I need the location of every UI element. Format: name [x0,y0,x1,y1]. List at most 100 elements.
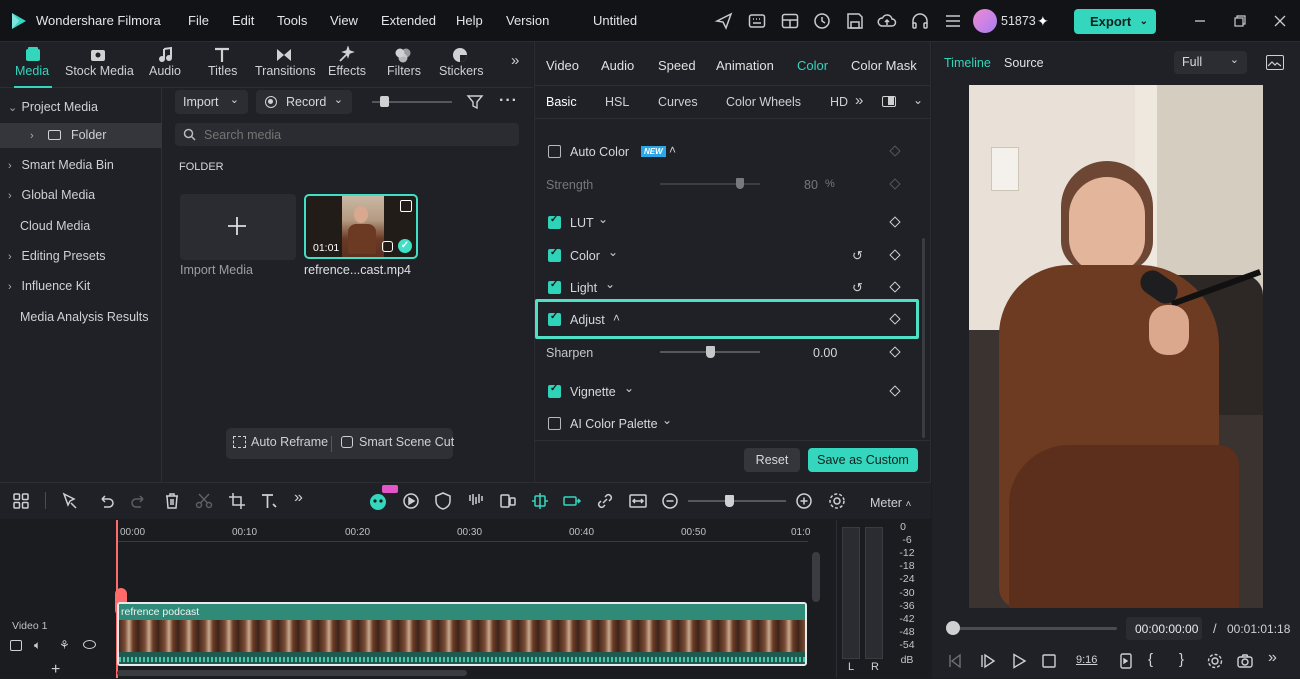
light-checkbox[interactable]: ✓ [548,279,561,294]
delete-icon[interactable] [162,491,182,511]
snapshot-view-icon[interactable] [1266,55,1284,70]
step-play-icon[interactable] [979,652,997,670]
voice-icon[interactable] [466,491,486,511]
quality-dropdown[interactable]: Full ⌄ [1174,51,1247,74]
sidebar-item-smart-media-bin[interactable]: › Smart Media Bin [0,150,162,180]
meter-dropdown[interactable]: Meter ˄ [870,496,911,510]
freeze-frame-icon[interactable] [498,491,518,511]
tab-speed[interactable]: Speed [658,58,696,73]
menu-extended[interactable]: Extended [381,0,436,42]
zoom-slider[interactable] [688,495,786,507]
crop-tool-icon[interactable] [227,491,247,511]
adjust-checkbox[interactable]: ✓ [548,311,561,326]
stop-icon[interactable] [1040,652,1058,670]
video-preview[interactable] [969,85,1263,608]
tab-media[interactable]: Media [15,64,49,78]
previous-frame-icon[interactable] [946,652,964,670]
sidebar-item-project-media[interactable]: ⌄ Project Media [0,92,162,122]
sidebar-item-global-media[interactable]: › Global Media [0,180,162,210]
auto-beat-icon[interactable] [401,491,421,511]
menu-tools[interactable]: Tools [277,0,307,42]
tab-stock-media[interactable]: Stock Media [65,64,134,78]
close-icon[interactable] [1270,11,1290,31]
split-scissors-icon[interactable] [194,491,214,511]
snap-icon[interactable] [530,491,550,511]
play-icon[interactable] [1010,652,1028,670]
menu-list-icon[interactable] [943,11,963,31]
slider-handle[interactable] [706,346,715,358]
media-clip-tile[interactable]: 01:01 ✓ [304,194,418,259]
timeline-settings-icon[interactable] [827,491,847,511]
chevron-down-icon[interactable]: ⌄ [605,277,615,291]
search-bar[interactable] [175,123,519,146]
effects-icon[interactable] [336,46,356,64]
subtab-hsl[interactable]: HSL [605,95,629,109]
color-checkbox[interactable]: ✓ [548,247,561,262]
menu-file[interactable]: File [188,0,209,42]
fit-timeline-icon[interactable] [628,491,648,511]
menu-help[interactable]: Help [456,0,483,42]
subtab-hd[interactable]: HD [830,95,848,109]
subtab-basic[interactable]: Basic [546,95,577,109]
compare-view-icon[interactable] [882,96,896,107]
timeline-vertical-scrollbar[interactable] [812,552,820,602]
tab-transitions[interactable]: Transitions [255,64,316,78]
audio-icon[interactable] [156,46,176,64]
strength-value[interactable]: 80 [804,178,818,192]
ai-color-palette-checkbox[interactable] [548,417,561,430]
tab-animation[interactable]: Animation [716,58,774,73]
mark-out-icon[interactable]: } [1179,651,1184,668]
thumbnail-size-slider[interactable] [372,96,452,107]
settings-gear-icon[interactable] [1206,652,1224,670]
grid-layout-icon[interactable] [11,491,31,511]
fullscreen-icon[interactable] [400,200,412,212]
filters-icon[interactable] [393,46,413,64]
text-tool-icon[interactable] [259,491,279,511]
record-button[interactable]: Record ⌄ [256,90,352,114]
reset-button[interactable]: Reset [744,448,800,472]
chevron-down-icon[interactable]: ⌄ [624,381,634,395]
tab-audio[interactable]: Audio [149,64,181,78]
sidebar-item-folder[interactable]: › Folder [0,123,162,148]
props-scrollbar[interactable] [922,238,925,438]
avatar[interactable] [973,9,997,33]
import-button[interactable]: Import ⌄ [175,90,248,114]
zoom-out-icon[interactable] [660,491,680,511]
more-options-icon[interactable]: ··· [499,92,518,110]
import-media-tile[interactable] [180,194,296,260]
mark-in-icon[interactable]: { [1148,651,1153,668]
sidebar-item-media-analysis[interactable]: Media Analysis Results [0,302,162,332]
tab-audio-props[interactable]: Audio [601,58,634,73]
lock-track-icon[interactable] [10,640,22,651]
keyboard-icon[interactable] [747,11,767,31]
export-button[interactable]: Export ⌄ [1074,9,1156,34]
sidebar-item-cloud-media[interactable]: Cloud Media [0,211,162,241]
tab-stickers[interactable]: Stickers [439,64,483,78]
chevron-up-icon[interactable]: ˄ [669,143,676,157]
lut-checkbox[interactable]: ✓ [548,214,561,229]
cloud-upload-icon[interactable] [877,11,897,31]
playback-progress-track[interactable] [953,627,1117,630]
auto-color-checkbox[interactable] [548,145,561,158]
subtab-dropdown-icon[interactable]: ⌄ [913,93,923,107]
titles-icon[interactable] [212,46,232,64]
camera-snapshot-icon[interactable] [1236,652,1254,670]
search-input[interactable] [204,126,504,143]
tab-filters[interactable]: Filters [387,64,421,78]
save-as-custom-button[interactable]: Save as Custom [808,448,918,472]
chevron-down-icon[interactable]: ⌄ [598,212,608,226]
stickers-icon[interactable] [450,46,470,64]
chevron-down-icon[interactable]: ⌄ [608,245,618,259]
crop-icon[interactable] [1117,652,1135,670]
transitions-icon[interactable] [274,46,294,64]
tab-color-mask[interactable]: Color Mask [851,58,917,73]
tab-effects[interactable]: Effects [328,64,366,78]
more-tools-icon[interactable]: » [294,489,303,507]
chevron-down-icon[interactable]: ⌄ [662,413,672,427]
headset-support-icon[interactable] [812,11,832,31]
playhead-knob[interactable] [946,621,960,635]
subtab-color-wheels[interactable]: Color Wheels [726,95,801,109]
stock-media-icon[interactable] [88,46,108,64]
subtab-more-icon[interactable]: » [855,92,863,109]
undo-icon[interactable] [96,491,116,511]
